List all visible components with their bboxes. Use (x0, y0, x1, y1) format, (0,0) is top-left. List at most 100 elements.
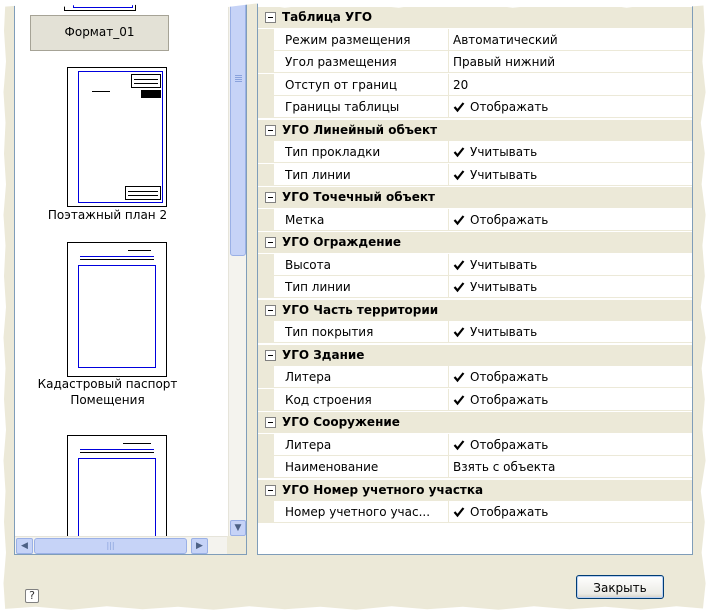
property-category[interactable]: УГО Сооружение (258, 411, 692, 433)
column-separator[interactable] (448, 389, 449, 411)
property-value-text: Отображать (470, 438, 549, 452)
template-item-cadastral-passport[interactable]: Кадастровый паспорт Помещения (15, 238, 228, 418)
column-separator[interactable] (448, 321, 449, 343)
checkmark-icon[interactable] (453, 259, 465, 271)
column-separator[interactable] (448, 501, 449, 523)
property-row[interactable]: Наименование Взять с объекта (258, 456, 692, 478)
property-row[interactable]: Тип покрытия Учитывать (258, 321, 692, 343)
property-row[interactable]: Отступ от границ 20 (258, 74, 692, 96)
row-gutter (258, 164, 274, 186)
property-value[interactable]: Учитывать (453, 325, 537, 339)
property-value[interactable]: Учитывать (453, 145, 537, 159)
checkmark-icon[interactable] (453, 506, 465, 518)
property-value[interactable]: Автоматический (453, 33, 558, 47)
property-value[interactable]: Отображать (453, 393, 548, 407)
property-grid[interactable]: Таблица УГО Режим размещения Автоматически… (257, 0, 693, 555)
checkmark-icon[interactable] (453, 169, 465, 181)
column-separator[interactable] (448, 74, 449, 96)
checkmark-icon[interactable] (453, 439, 465, 451)
column-separator[interactable] (448, 456, 449, 478)
checkmark-icon[interactable] (453, 214, 465, 226)
checkmark-icon[interactable] (453, 101, 465, 113)
category-title: УГО Часть территории (282, 303, 439, 317)
scroll-down-arrow-icon[interactable]: ▼ (230, 520, 246, 536)
property-name: Код строения (285, 393, 372, 407)
scroll-left-arrow-icon[interactable]: ◀ (16, 538, 33, 554)
collapse-minus-icon[interactable] (265, 305, 276, 316)
property-value[interactable]: Учитывать (453, 258, 537, 272)
property-row[interactable]: Тип линии Учитывать (258, 276, 692, 298)
template-item-4[interactable] (15, 431, 228, 554)
property-row[interactable]: Высота Учитывать (258, 254, 692, 276)
vertical-scroll-thumb[interactable] (230, 1, 246, 256)
property-value[interactable]: Отображать (453, 100, 548, 114)
collapse-minus-icon[interactable] (265, 192, 276, 203)
property-value-text: Учитывать (470, 280, 538, 294)
checkmark-icon[interactable] (453, 394, 465, 406)
row-gutter (258, 51, 274, 73)
property-value-text: Отображать (470, 100, 549, 114)
property-row[interactable]: Границы таблицы Отображать (258, 96, 692, 118)
property-category[interactable]: Таблица УГО (258, 6, 692, 28)
property-row[interactable]: Литера Отображать (258, 434, 692, 456)
horizontal-scroll-thumb[interactable]: ||| (34, 538, 187, 554)
property-row[interactable]: Угол размещения Правый нижний (258, 51, 692, 73)
template-item-format-01[interactable]: Формат_01 (15, 1, 228, 51)
property-category[interactable]: УГО Здание (258, 344, 692, 366)
property-category[interactable]: УГО Точечный объект (258, 186, 692, 208)
property-row[interactable]: Код строения Отображать (258, 389, 692, 411)
checkmark-icon[interactable] (453, 281, 465, 293)
property-value[interactable]: Отображать (453, 438, 548, 452)
help-icon[interactable]: ? (25, 589, 39, 603)
property-value[interactable]: Отображать (453, 505, 548, 519)
template-list-vertical-scrollbar[interactable]: ▼ (228, 1, 246, 537)
scroll-right-arrow-icon[interactable]: ▶ (191, 538, 208, 554)
column-separator[interactable] (448, 366, 449, 388)
property-value[interactable]: Отображать (453, 213, 548, 227)
property-row[interactable]: Тип прокладки Учитывать (258, 141, 692, 163)
torn-edge-bottom (0, 606, 712, 614)
template-list-panel[interactable]: Формат_01 Поэтажный план 2 Кадастровый п… (14, 0, 247, 555)
row-gutter (258, 434, 274, 456)
property-row[interactable]: Литера Отображать (258, 366, 692, 388)
property-category[interactable]: УГО Линейный объект (258, 119, 692, 141)
column-separator[interactable] (448, 164, 449, 186)
column-separator[interactable] (448, 209, 449, 231)
column-separator[interactable] (448, 141, 449, 163)
property-row[interactable]: Номер учетного учас... Отображать (258, 501, 692, 523)
property-value[interactable]: Учитывать (453, 168, 537, 182)
property-category[interactable]: УГО Часть территории (258, 299, 692, 321)
scrollbar-corner (227, 536, 246, 554)
property-value-text: Учитывать (470, 325, 538, 339)
collapse-minus-icon[interactable] (265, 12, 276, 23)
property-name: Тип линии (285, 280, 351, 294)
column-separator[interactable] (448, 276, 449, 298)
property-value-text: 20 (453, 78, 469, 92)
property-category[interactable]: УГО Номер учетного участка (258, 479, 692, 501)
close-button[interactable]: Закрыть (576, 575, 664, 599)
property-value[interactable]: Правый нижний (453, 55, 555, 69)
checkmark-icon[interactable] (453, 326, 465, 338)
property-value[interactable]: Учитывать (453, 280, 537, 294)
collapse-minus-icon[interactable] (265, 237, 276, 248)
collapse-minus-icon[interactable] (265, 417, 276, 428)
column-separator[interactable] (448, 96, 449, 118)
column-separator[interactable] (448, 434, 449, 456)
property-value[interactable]: 20 (453, 78, 468, 92)
property-row[interactable]: Метка Отображать (258, 209, 692, 231)
collapse-minus-icon[interactable] (265, 125, 276, 136)
collapse-minus-icon[interactable] (265, 485, 276, 496)
column-separator[interactable] (448, 29, 449, 51)
property-value[interactable]: Взять с объекта (453, 460, 555, 474)
collapse-minus-icon[interactable] (265, 350, 276, 361)
column-separator[interactable] (448, 254, 449, 276)
property-row[interactable]: Тип линии Учитывать (258, 164, 692, 186)
template-list-horizontal-scrollbar[interactable]: ◀ ||| ▶ (15, 536, 228, 554)
checkmark-icon[interactable] (453, 371, 465, 383)
checkmark-icon[interactable] (453, 146, 465, 158)
property-value[interactable]: Отображать (453, 370, 548, 384)
template-item-floor-plan-2[interactable]: Поэтажный план 2 (15, 63, 228, 223)
column-separator[interactable] (448, 51, 449, 73)
property-category[interactable]: УГО Ограждение (258, 231, 692, 253)
property-row[interactable]: Режим размещения Автоматический (258, 29, 692, 51)
